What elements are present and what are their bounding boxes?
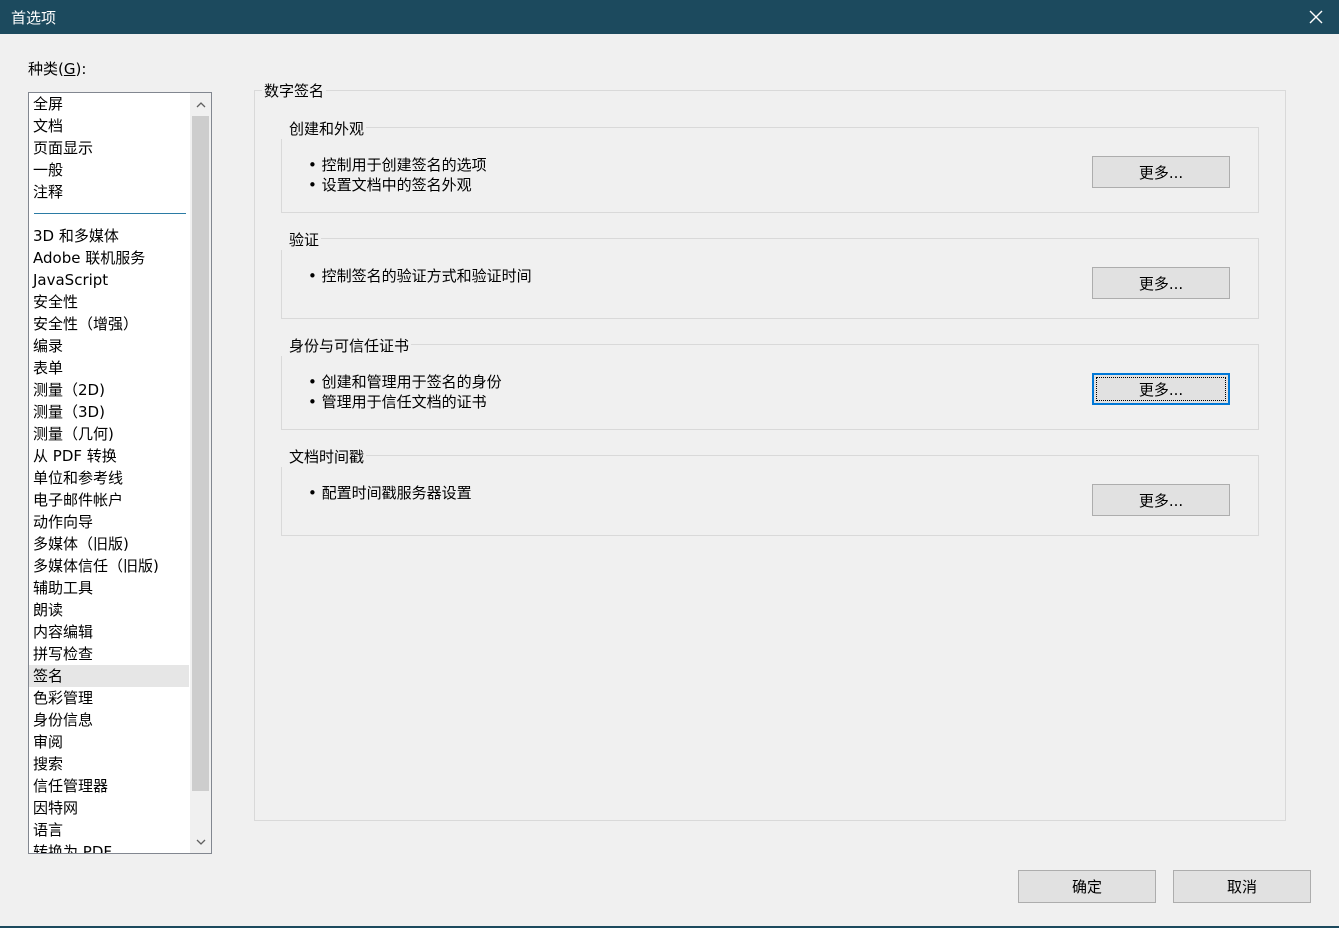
- list-item[interactable]: 朗读: [29, 599, 189, 621]
- bullet-text: 配置时间戳服务器设置: [308, 483, 472, 503]
- group-bullets: 配置时间戳服务器设置: [308, 483, 472, 503]
- more-button-verification[interactable]: 更多...: [1092, 267, 1230, 299]
- list-item[interactable]: 单位和参考线: [29, 467, 189, 489]
- list-item[interactable]: 一般: [29, 159, 189, 181]
- bullet-text: 控制用于创建签名的选项: [308, 155, 487, 175]
- list-item[interactable]: 从 PDF 转换: [29, 445, 189, 467]
- list-separator: [29, 203, 189, 225]
- scroll-thumb[interactable]: [192, 116, 209, 791]
- more-button-identities[interactable]: 更多...: [1092, 373, 1230, 405]
- group-bullets: 控制签名的验证方式和验证时间: [308, 266, 532, 286]
- list-item[interactable]: 身份信息: [29, 709, 189, 731]
- category-label: 种类(G):: [28, 60, 87, 78]
- close-icon: [1309, 10, 1323, 24]
- group-title: 身份与可信任证书: [281, 335, 412, 356]
- list-item-selected[interactable]: 签名: [29, 665, 189, 687]
- list-item[interactable]: 页面显示: [29, 137, 189, 159]
- list-item[interactable]: 电子邮件帐户: [29, 489, 189, 511]
- list-item[interactable]: 拼写检查: [29, 643, 189, 665]
- list-item[interactable]: 色彩管理: [29, 687, 189, 709]
- title-bar: 首选项: [0, 0, 1339, 34]
- list-item[interactable]: 转换为 PDF: [29, 841, 189, 853]
- list-item[interactable]: 编录: [29, 335, 189, 357]
- group-bullets: 创建和管理用于签名的身份 管理用于信任文档的证书: [308, 372, 502, 412]
- list-item[interactable]: 3D 和多媒体: [29, 225, 189, 247]
- chevron-up-icon: [196, 101, 205, 107]
- more-button-creation[interactable]: 更多...: [1092, 156, 1230, 188]
- group-bullets: 控制用于创建签名的选项 设置文档中的签名外观: [308, 155, 487, 195]
- close-button[interactable]: [1293, 0, 1339, 34]
- bullet-text: 管理用于信任文档的证书: [308, 392, 502, 412]
- group-title: 文档时间戳: [281, 446, 367, 467]
- list-item[interactable]: 信任管理器: [29, 775, 189, 797]
- list-item[interactable]: 审阅: [29, 731, 189, 753]
- list-item[interactable]: Adobe 联机服务: [29, 247, 189, 269]
- chevron-down-icon: [196, 839, 205, 845]
- cancel-button[interactable]: 取消: [1173, 870, 1311, 903]
- bullet-text: 创建和管理用于签名的身份: [308, 372, 502, 392]
- list-item[interactable]: 测量（2D): [29, 379, 189, 401]
- list-item[interactable]: 表单: [29, 357, 189, 379]
- list-item[interactable]: 安全性（增强）: [29, 313, 189, 335]
- ok-button[interactable]: 确定: [1018, 870, 1156, 903]
- list-item[interactable]: 语言: [29, 819, 189, 841]
- bullet-text: 控制签名的验证方式和验证时间: [308, 266, 532, 286]
- category-accelerator: G: [63, 60, 76, 78]
- list-item[interactable]: 多媒体信任（旧版): [29, 555, 189, 577]
- category-list: 全屏 文档 页面显示 一般 注释 3D 和多媒体 Adobe 联机服务 Java…: [29, 93, 189, 853]
- list-item[interactable]: 注释: [29, 181, 189, 203]
- group-title: 验证: [281, 229, 322, 250]
- window-title: 首选项: [11, 9, 57, 27]
- list-scrollbar[interactable]: [190, 93, 211, 853]
- list-item[interactable]: 因特网: [29, 797, 189, 819]
- list-item[interactable]: 多媒体（旧版): [29, 533, 189, 555]
- list-item[interactable]: JavaScript: [29, 269, 189, 291]
- list-item[interactable]: 辅助工具: [29, 577, 189, 599]
- more-button-timestamp[interactable]: 更多...: [1092, 484, 1230, 516]
- list-item[interactable]: 文档: [29, 115, 189, 137]
- list-item[interactable]: 搜索: [29, 753, 189, 775]
- scroll-up-button[interactable]: [190, 93, 211, 115]
- bullet-text: 设置文档中的签名外观: [308, 175, 487, 195]
- category-listbox[interactable]: 全屏 文档 页面显示 一般 注释 3D 和多媒体 Adobe 联机服务 Java…: [28, 92, 212, 854]
- scroll-down-button[interactable]: [190, 831, 211, 853]
- list-item[interactable]: 全屏: [29, 93, 189, 115]
- list-item[interactable]: 测量（3D): [29, 401, 189, 423]
- list-item[interactable]: 内容编辑: [29, 621, 189, 643]
- group-title: 创建和外观: [281, 118, 367, 139]
- list-item[interactable]: 测量（几何): [29, 423, 189, 445]
- list-item[interactable]: 动作向导: [29, 511, 189, 533]
- section-title: 数字签名: [262, 80, 327, 101]
- list-item[interactable]: 安全性: [29, 291, 189, 313]
